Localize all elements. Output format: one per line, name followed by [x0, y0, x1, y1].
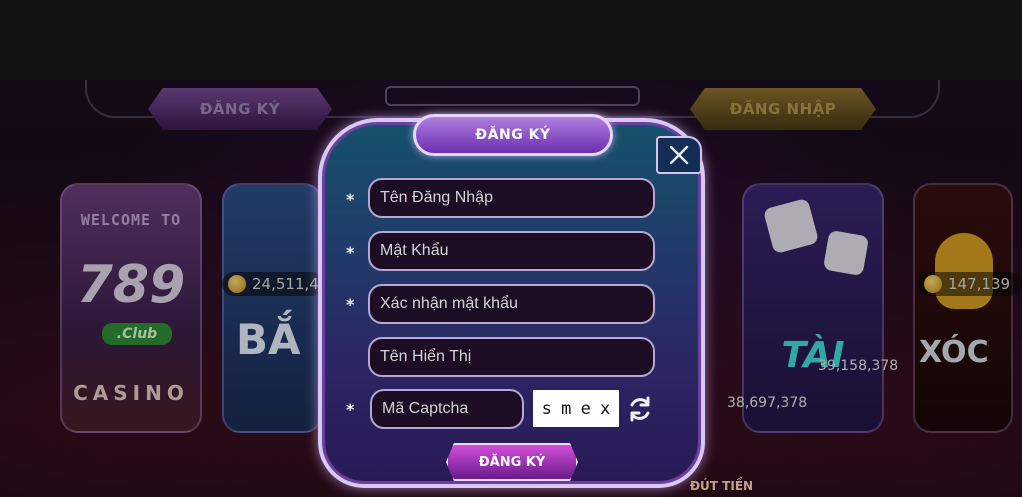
captcha-char: x — [600, 398, 611, 419]
required-mark: * — [346, 400, 355, 419]
modal-title: ĐĂNG KÝ — [413, 114, 613, 156]
captcha-char: e — [580, 398, 591, 419]
bottom-deposit-label: ĐÚT TIỀN — [690, 479, 754, 493]
captcha-char: m — [561, 398, 572, 419]
username-input[interactable] — [368, 178, 655, 218]
captcha-image: s m e x — [533, 390, 619, 427]
required-mark: * — [346, 243, 355, 262]
close-icon — [669, 145, 689, 165]
top-black-bar — [0, 0, 1022, 80]
register-submit-button[interactable]: ĐĂNG KÝ — [446, 443, 578, 481]
display-name-input[interactable] — [368, 337, 655, 377]
captcha-input[interactable] — [370, 389, 524, 429]
close-button[interactable] — [656, 136, 702, 174]
refresh-icon[interactable] — [626, 395, 654, 423]
required-mark: * — [346, 295, 355, 314]
confirm-password-input[interactable] — [368, 284, 655, 324]
password-input[interactable] — [368, 231, 655, 271]
captcha-char: s — [541, 398, 552, 419]
required-mark: * — [346, 190, 355, 209]
